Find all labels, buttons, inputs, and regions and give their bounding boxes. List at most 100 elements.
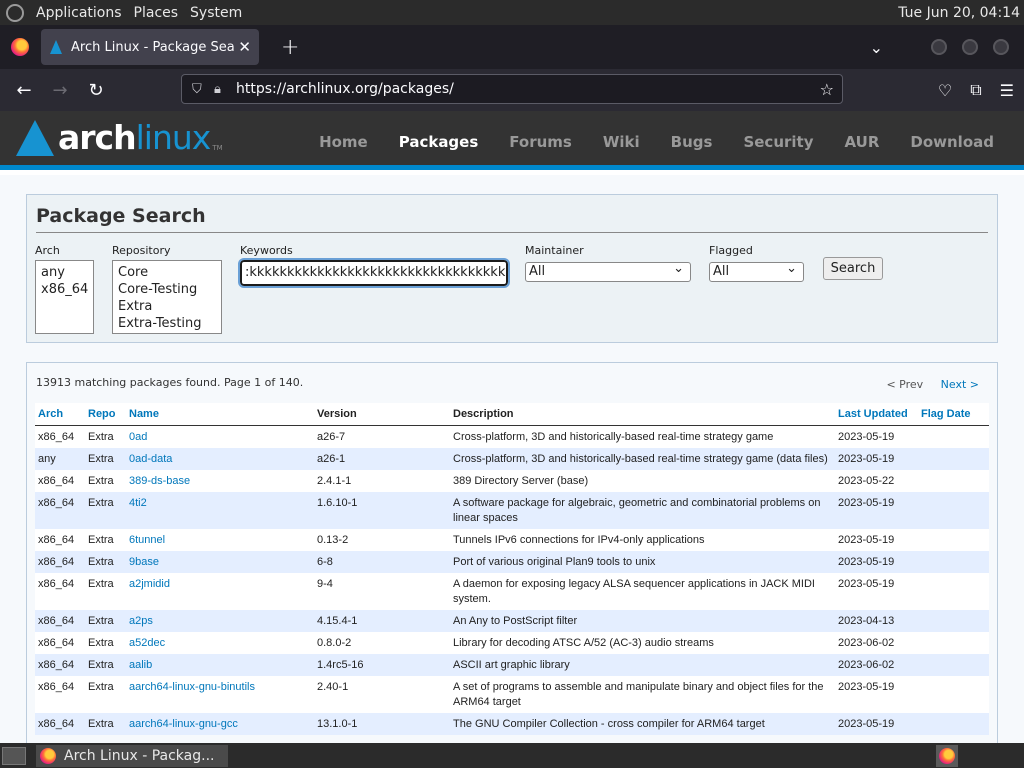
repo-option-core[interactable]: Core bbox=[118, 264, 216, 281]
nav-wiki[interactable]: Wiki bbox=[603, 133, 640, 151]
lock-icon[interactable]: 🔒︎ bbox=[214, 82, 236, 97]
repo-option-core-testing[interactable]: Core-Testing bbox=[118, 281, 216, 298]
nav-home[interactable]: Home bbox=[319, 133, 368, 151]
keywords-input[interactable]: :kkkkkkkkkkkkkkkkkkkkkkkkkkkkkkkkkkkkkkk… bbox=[238, 258, 510, 288]
close-window-button[interactable] bbox=[993, 39, 1009, 55]
cell-flag-date bbox=[918, 631, 989, 654]
nav-forums[interactable]: Forums bbox=[509, 133, 572, 151]
cell-flag-date bbox=[918, 469, 989, 492]
cell-arch: x86_64 bbox=[35, 528, 85, 551]
cell-description: Cross-platform, 3D and historically-base… bbox=[450, 425, 835, 448]
cell-name[interactable]: 0ad-data bbox=[126, 447, 314, 470]
pocket-icon[interactable]: ♡ bbox=[938, 81, 952, 100]
back-arrow-icon[interactable]: ← bbox=[6, 80, 42, 101]
cell-description: Library for decoding ATSC A/52 (AC-3) au… bbox=[450, 631, 835, 654]
bookmark-star-icon[interactable]: ☆ bbox=[820, 80, 834, 99]
cell-name[interactable]: aarch64-linux-gnu-binutils bbox=[126, 675, 314, 713]
minimize-window-button[interactable] bbox=[931, 39, 947, 55]
cell-version: a26-1 bbox=[314, 447, 450, 470]
table-row: x86_64 Extra 389-ds-base 2.4.1-1 389 Directo… bbox=[35, 469, 989, 492]
show-desktop-icon[interactable] bbox=[2, 746, 26, 765]
cell-name[interactable]: 9base bbox=[126, 550, 314, 573]
table-header-row: Arch Repo Name Version Description Last … bbox=[35, 403, 989, 426]
cell-arch: x86_64 bbox=[35, 631, 85, 654]
url-bar[interactable]: ⛉ 🔒︎ https://archlinux.org/packages/ ☆ bbox=[181, 74, 843, 104]
list-all-tabs-icon[interactable]: ⌄ bbox=[870, 38, 883, 57]
table-row: x86_64 Extra a52dec 0.8.0-2 Library for deco… bbox=[35, 631, 989, 654]
flagged-select[interactable]: All bbox=[709, 260, 804, 282]
cell-version: 2.40-1 bbox=[314, 675, 450, 713]
cell-name[interactable]: a2jmidid bbox=[126, 572, 314, 610]
prev-page-link[interactable]: < Prev bbox=[886, 378, 923, 391]
menu-applications[interactable]: Applications bbox=[36, 5, 122, 21]
hamburger-menu-icon[interactable]: ☰ bbox=[1000, 81, 1014, 100]
arch-option-any[interactable]: any bbox=[41, 264, 88, 281]
next-page-link[interactable]: Next > bbox=[941, 378, 979, 391]
site-nav: Home Packages Forums Wiki Bugs Security … bbox=[288, 133, 994, 151]
cell-name[interactable]: 4ti2 bbox=[126, 491, 314, 529]
tab-arch-package-search[interactable]: Arch Linux - Package Search ✕ bbox=[41, 29, 259, 65]
page-title: Package Search bbox=[36, 205, 206, 227]
results-body: x86_64 Extra 0ad a26-7 Cross-platform, 3D an… bbox=[35, 425, 989, 735]
top-panel: Applications Places System Tue Jun 20, 0… bbox=[0, 0, 1024, 25]
nav-packages[interactable]: Packages bbox=[399, 133, 479, 151]
cell-last-updated: 2023-05-19 bbox=[835, 425, 918, 448]
col-arch[interactable]: Arch bbox=[35, 403, 85, 426]
search-button[interactable]: Search bbox=[823, 257, 883, 280]
gnome-foot-icon[interactable] bbox=[6, 3, 24, 22]
shield-icon[interactable]: ⛉ bbox=[192, 82, 214, 97]
col-last-updated[interactable]: Last Updated bbox=[835, 403, 918, 426]
cell-name[interactable]: 6tunnel bbox=[126, 528, 314, 551]
package-search-form: Package Search Arch any x86_64 Repositor… bbox=[26, 194, 998, 343]
cell-repo: Extra bbox=[85, 631, 126, 654]
url-text[interactable]: https://archlinux.org/packages/ bbox=[236, 81, 454, 97]
cell-name[interactable]: 389-ds-base bbox=[126, 469, 314, 492]
arch-logo[interactable]: arch linux TM bbox=[16, 120, 223, 156]
menu-places[interactable]: Places bbox=[134, 5, 179, 21]
logo-tm: TM bbox=[212, 144, 223, 152]
cell-version: 0.13-2 bbox=[314, 528, 450, 551]
cell-name[interactable]: aarch64-linux-gnu-gcc bbox=[126, 712, 314, 735]
firefox-view-icon[interactable] bbox=[11, 38, 29, 56]
cell-name[interactable]: a2ps bbox=[126, 609, 314, 632]
cell-version: 1.6.10-1 bbox=[314, 491, 450, 529]
repository-select[interactable]: Core Core-Testing Extra Extra-Testing bbox=[112, 260, 222, 334]
menu-system[interactable]: System bbox=[190, 5, 242, 21]
tray-firefox[interactable] bbox=[936, 744, 958, 767]
cell-arch: x86_64 bbox=[35, 425, 85, 448]
table-row: x86_64 Extra aarch64-linux-gnu-binutils 2.4… bbox=[35, 675, 989, 713]
nav-aur[interactable]: AUR bbox=[845, 133, 880, 151]
repo-option-extra-testing[interactable]: Extra-Testing bbox=[118, 315, 216, 332]
arch-favicon-icon bbox=[49, 40, 63, 54]
cell-last-updated: 2023-05-19 bbox=[835, 528, 918, 551]
col-name[interactable]: Name bbox=[126, 403, 314, 426]
nav-download[interactable]: Download bbox=[910, 133, 994, 151]
cell-name[interactable]: aalib bbox=[126, 653, 314, 676]
arch-option-x86_64[interactable]: x86_64 bbox=[41, 281, 88, 298]
extensions-icon[interactable]: ⧉ bbox=[970, 80, 981, 100]
nav-security[interactable]: Security bbox=[743, 133, 813, 151]
col-repo[interactable]: Repo bbox=[85, 403, 126, 426]
cell-last-updated: 2023-06-02 bbox=[835, 631, 918, 654]
cell-arch: x86_64 bbox=[35, 609, 85, 632]
maintainer-select[interactable]: All bbox=[525, 260, 691, 282]
cell-name[interactable]: a52dec bbox=[126, 631, 314, 654]
cell-name[interactable]: 0ad bbox=[126, 425, 314, 448]
taskbar-window-firefox[interactable]: Arch Linux - Packag... bbox=[36, 744, 228, 767]
maximize-window-button[interactable] bbox=[962, 39, 978, 55]
table-row: x86_64 Extra 0ad a26-7 Cross-platform, 3D an… bbox=[35, 425, 989, 448]
repo-option-extra[interactable]: Extra bbox=[118, 298, 216, 315]
clock[interactable]: Tue Jun 20, 04:14 bbox=[898, 5, 1020, 21]
cell-repo: Extra bbox=[85, 425, 126, 448]
arch-select[interactable]: any x86_64 bbox=[35, 260, 94, 334]
nav-bugs[interactable]: Bugs bbox=[671, 133, 713, 151]
bottom-taskbar: Arch Linux - Packag... bbox=[0, 743, 1024, 768]
cell-version: 1.4rc5-16 bbox=[314, 653, 450, 676]
reload-icon[interactable]: ↻ bbox=[78, 80, 114, 101]
forward-arrow-icon[interactable]: → bbox=[42, 80, 78, 101]
new-tab-icon[interactable]: + bbox=[281, 35, 299, 60]
col-flag-date[interactable]: Flag Date bbox=[918, 403, 989, 426]
cell-version: 0.8.0-2 bbox=[314, 631, 450, 654]
repository-label: Repository bbox=[112, 244, 171, 257]
close-tab-icon[interactable]: ✕ bbox=[238, 38, 251, 56]
